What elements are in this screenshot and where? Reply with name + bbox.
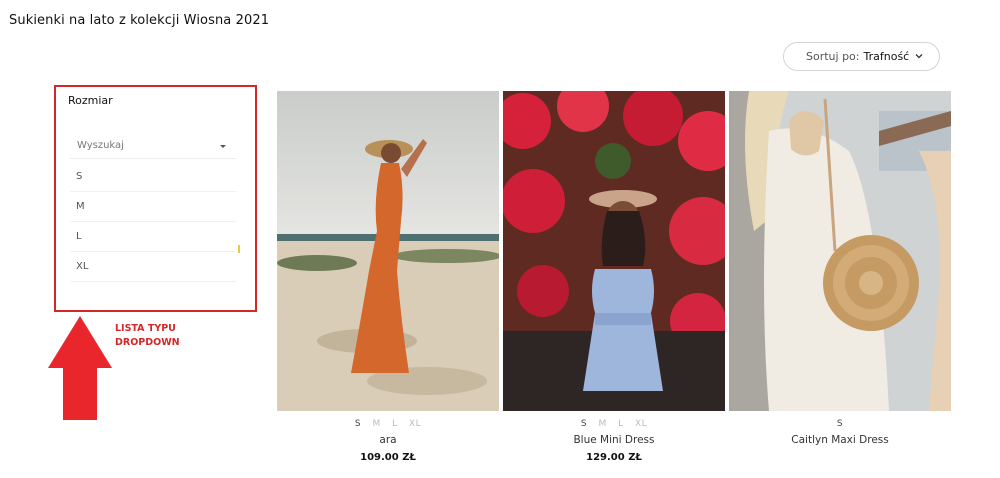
red-arrow-up-icon [48,316,112,420]
product-name[interactable]: Caitlyn Maxi Dress [729,434,951,446]
product-name[interactable]: Blue Mini Dress [503,434,725,446]
size-label[interactable]: S [837,419,843,429]
sort-dropdown[interactable]: Sortuj po: Trafność [783,42,940,71]
product-name[interactable]: ara [277,434,499,446]
product-photo-beach [277,91,499,411]
annotation-line-1: LISTA TYPU [115,323,176,334]
size-option-s[interactable]: S [70,162,236,192]
size-label[interactable]: S [581,419,587,429]
size-filter-panel: Rozmiar Wyszukaj S M L XL [54,85,257,312]
product-sizes: S M L XL [503,419,725,429]
annotation-line-2: DROPDOWN [115,337,180,348]
product-card[interactable]: S M L XL ara 109.00 ZŁ [277,91,499,463]
product-sizes: S [729,419,951,429]
size-label[interactable]: XL [409,419,421,429]
product-photo-flowers [503,91,725,411]
product-image[interactable] [277,91,499,411]
product-photo-basket-bag [729,91,951,411]
chevron-down-icon [915,54,923,59]
size-options-list: S M L XL [70,162,236,282]
size-label[interactable]: L [392,419,398,429]
size-option-xl[interactable]: XL [70,252,236,282]
caret-down-icon [220,145,226,148]
product-card[interactable]: S M L XL Blue Mini Dress 129.00 ZŁ [503,91,725,463]
size-label[interactable]: S [355,419,361,429]
annotation-label: LISTA TYPU DROPDOWN [115,322,180,350]
size-label[interactable]: M [372,419,380,429]
product-card[interactable]: S Caitlyn Maxi Dress [729,91,951,452]
product-price: 129.00 ZŁ [586,452,642,463]
size-option-l[interactable]: L [70,222,236,252]
product-price: 109.00 ZŁ [360,452,416,463]
product-image[interactable] [503,91,725,411]
sort-value: Trafność [863,50,910,63]
filter-heading: Rozmiar [68,94,113,107]
sort-label: Sortuj po: [806,50,860,63]
size-search-dropdown[interactable]: Wyszukaj [70,135,236,159]
size-label[interactable]: M [598,419,606,429]
size-search-placeholder: Wyszukaj [77,140,124,151]
product-sizes: S M L XL [277,419,499,429]
size-label[interactable]: XL [635,419,647,429]
page-title: Sukienki na lato z kolekcji Wiosna 2021 [9,13,270,28]
dropdown-scrollbar[interactable] [238,245,240,253]
size-label[interactable]: L [618,419,624,429]
size-option-m[interactable]: M [70,192,236,222]
product-image[interactable] [729,91,951,411]
